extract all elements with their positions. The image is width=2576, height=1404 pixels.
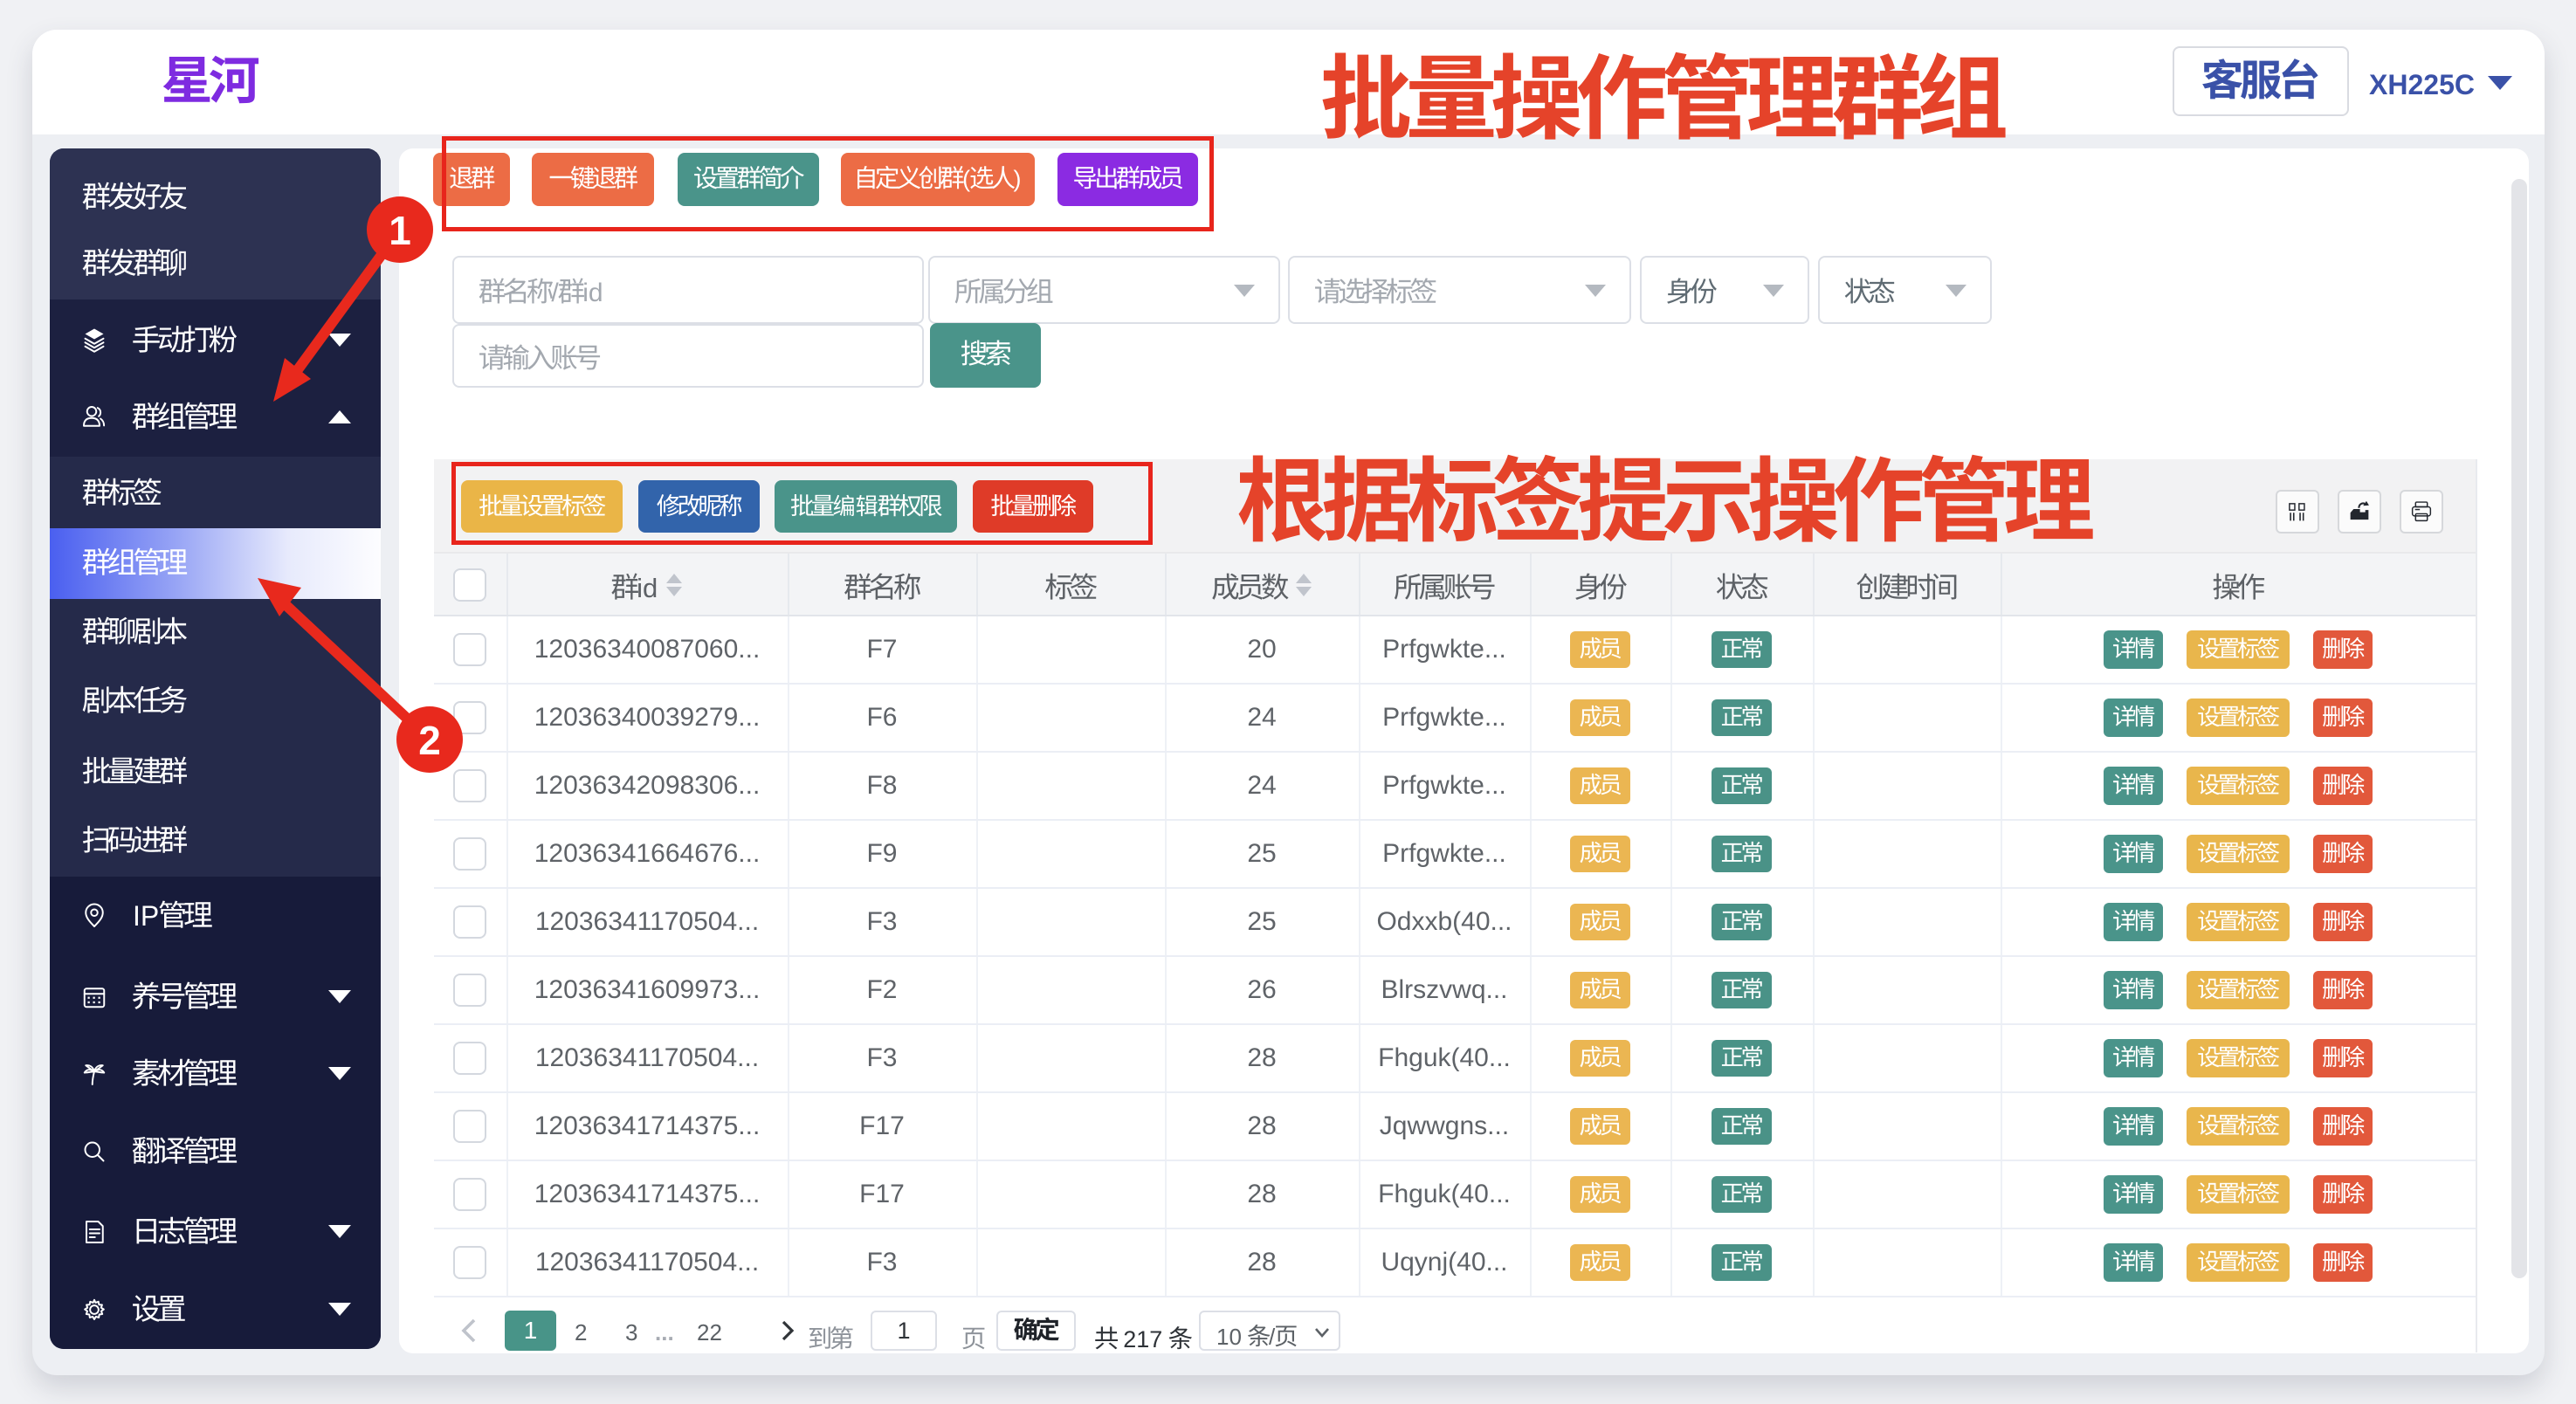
svg-text:2: 2 [418,718,441,763]
svg-text:1: 1 [389,208,411,253]
